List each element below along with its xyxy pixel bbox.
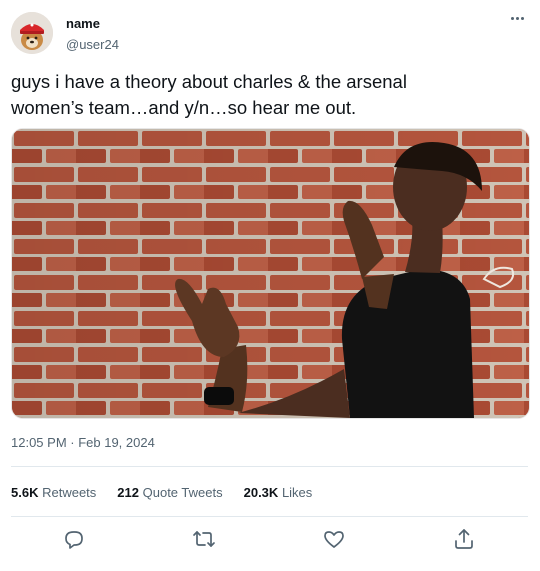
divider-top: [11, 466, 528, 467]
tweet-text: guys i have a theory about charles & the…: [11, 71, 407, 118]
tweet-timestamp[interactable]: 12:05 PM · Feb 19, 2024: [11, 435, 155, 450]
retweets-label: Retweets: [42, 485, 97, 500]
meme-image: [12, 129, 529, 418]
author-handle[interactable]: @user24: [66, 37, 119, 52]
quotes-count: 212: [117, 485, 139, 500]
retweet-icon[interactable]: [192, 527, 216, 551]
likes-label: Likes: [281, 485, 313, 500]
reply-icon[interactable]: [62, 527, 86, 551]
share-icon[interactable]: [452, 527, 476, 551]
action-bar: [0, 527, 540, 551]
avatar[interactable]: [11, 12, 53, 54]
retweets-count: 5.6K: [11, 485, 39, 500]
likes-stat[interactable]: 20.3K Likes: [244, 485, 313, 500]
retweets-stat[interactable]: 5.6K Retweets: [11, 485, 96, 500]
more-icon[interactable]: [506, 10, 528, 26]
quotes-label: Quote Tweets: [142, 485, 223, 500]
likes-count: 20.3K: [243, 485, 279, 500]
dog-avatar-image: [11, 12, 53, 54]
tweet-stats: 5.6K Retweets 212 Quote Tweets 20.3K Lik…: [11, 485, 312, 500]
quotes-stat[interactable]: 212 Quote Tweets: [117, 485, 222, 500]
tweet-media-image[interactable]: [11, 128, 530, 419]
heart-icon[interactable]: [322, 527, 346, 551]
divider-bottom: [11, 516, 528, 517]
author-name[interactable]: name: [66, 16, 100, 31]
